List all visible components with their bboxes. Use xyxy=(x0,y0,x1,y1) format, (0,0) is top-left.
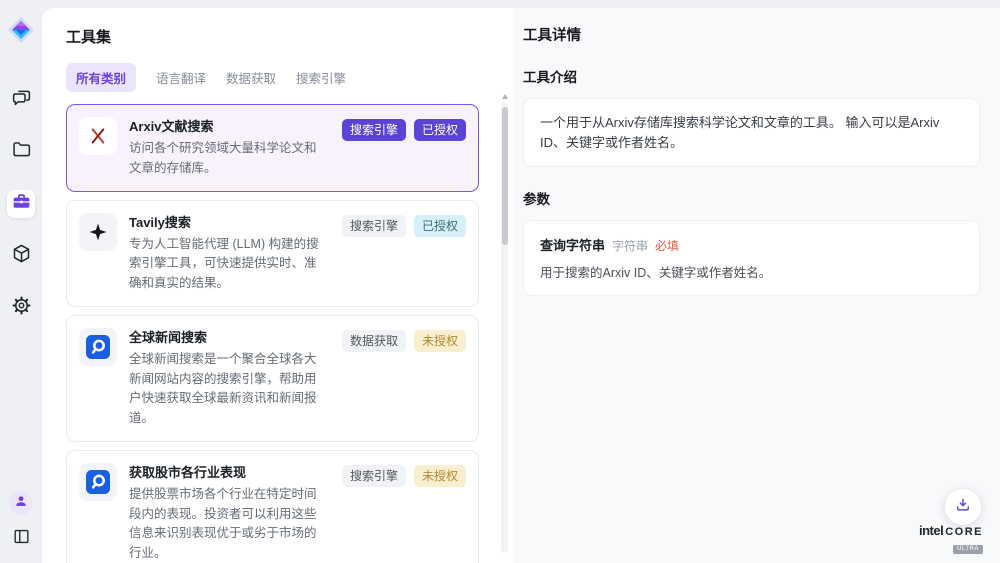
tool-icon xyxy=(79,463,117,501)
intel-tier-badge: Ultra xyxy=(953,545,983,554)
auth-status-badge: 未授权 xyxy=(414,330,466,352)
tool-card[interactable]: Tavily搜索 专为人工智能代理 (LLM) 构建的搜索引擎工具，可快速提供实… xyxy=(66,200,479,307)
tool-icon xyxy=(79,117,117,155)
scrollbar-thumb[interactable] xyxy=(502,107,508,245)
param-name: 查询字符串 xyxy=(540,235,605,254)
list-scrollbar[interactable] xyxy=(501,94,508,553)
tool-card-body: 全球新闻搜索 全球新闻搜索是一个聚合全球各大新闻网站内容的搜索引擎，帮助用户快速… xyxy=(129,328,330,429)
toolbox-icon xyxy=(11,191,32,217)
folder-icon xyxy=(11,139,32,165)
sidebar xyxy=(0,0,42,563)
tool-title: 全球新闻搜索 xyxy=(129,329,330,346)
sidebar-item-packages[interactable] xyxy=(7,242,35,270)
content-area: 工具集 所有类别语言翻译数据获取搜索引擎 Arxiv文献搜索 xyxy=(42,8,1000,563)
intro-box: 一个用于从Arxiv存储库搜索科学论文和文章的工具。 输入可以是Arxiv ID… xyxy=(523,98,980,167)
category-badge: 搜索引擎 xyxy=(342,215,406,237)
sidebar-bottom xyxy=(0,491,42,551)
tool-icon xyxy=(79,213,117,251)
scroll-up-icon[interactable] xyxy=(502,94,508,99)
auth-status-badge: 已授权 xyxy=(414,215,466,237)
sidebar-item-files[interactable] xyxy=(7,138,35,166)
param-type: 字符串 xyxy=(612,237,648,254)
tool-badges: 数据获取 未授权 xyxy=(342,328,466,429)
auth-status-badge: 已授权 xyxy=(414,119,466,141)
tool-badges: 搜索引擎 已授权 xyxy=(342,117,466,179)
profile-button[interactable] xyxy=(9,491,33,515)
tool-cards: Arxiv文献搜索 访问各个研究领域大量科学论文和文章的存储库。 搜索引擎 已授… xyxy=(66,104,479,563)
param-header: 查询字符串 字符串 必填 xyxy=(540,235,963,254)
intel-brand-text: intel xyxy=(919,524,943,537)
scrollbar-track[interactable] xyxy=(501,103,508,553)
intel-core-logo: intel core Ultra xyxy=(915,524,987,554)
tool-description: 专为人工智能代理 (LLM) 构建的搜索引擎工具，可快速提供实时、准确和真实的结… xyxy=(129,235,330,294)
sparkle-icon xyxy=(87,221,109,243)
sidebar-nav xyxy=(7,86,35,322)
tool-badges: 搜索引擎 未授权 xyxy=(342,463,466,563)
tool-details-panel: 工具详情 工具介绍 一个用于从Arxiv存储库搜索科学论文和文章的工具。 输入可… xyxy=(513,8,1000,563)
intro-heading: 工具介绍 xyxy=(523,66,980,86)
tool-list-panel: 工具集 所有类别语言翻译数据获取搜索引擎 Arxiv文献搜索 xyxy=(42,8,513,563)
app-logo xyxy=(7,16,35,44)
tool-icon xyxy=(79,328,117,366)
cube-icon xyxy=(11,243,32,269)
tool-card[interactable]: Arxiv文献搜索 访问各个研究领域大量科学论文和文章的存储库。 搜索引擎 已授… xyxy=(66,104,479,192)
params-heading: 参数 xyxy=(523,188,980,208)
category-tabs: 所有类别语言翻译数据获取搜索引擎 xyxy=(66,63,513,92)
search-q-icon xyxy=(85,469,111,495)
tool-badges: 搜索引擎 已授权 xyxy=(342,213,466,294)
tool-card-body: Tavily搜索 专为人工智能代理 (LLM) 构建的搜索引擎工具，可快速提供实… xyxy=(129,213,330,294)
tool-description: 访问各个研究领域大量科学论文和文章的存储库。 xyxy=(129,139,330,179)
sidebar-item-tools[interactable] xyxy=(7,190,35,218)
gear-icon xyxy=(11,295,32,321)
tab-1[interactable]: 语言翻译 xyxy=(156,63,206,92)
tab-2[interactable]: 数据获取 xyxy=(226,63,276,92)
tool-title: Tavily搜索 xyxy=(129,214,330,231)
category-badge: 搜索引擎 xyxy=(342,465,406,487)
person-icon xyxy=(13,493,29,514)
tab-3[interactable]: 搜索引擎 xyxy=(296,63,346,92)
param-required-badge: 必填 xyxy=(655,237,679,254)
category-badge: 搜索引擎 xyxy=(342,119,406,141)
tool-description: 全球新闻搜索是一个聚合全球各大新闻网站内容的搜索引擎，帮助用户快速获取全球最新资… xyxy=(129,350,330,429)
arxiv-icon xyxy=(87,125,109,147)
tool-description: 提供股票市场各个行业在特定时间段内的表现。投资者可以利用这些信息来识别表现优于或… xyxy=(129,485,330,563)
tool-card-body: 获取股市各行业表现 提供股票市场各个行业在特定时间段内的表现。投资者可以利用这些… xyxy=(129,463,330,563)
download-icon xyxy=(954,496,972,519)
sidebar-item-settings[interactable] xyxy=(7,294,35,322)
search-q-icon xyxy=(85,334,111,360)
tool-title: 获取股市各行业表现 xyxy=(129,464,330,481)
auth-status-badge: 未授权 xyxy=(414,465,466,487)
param-box: 查询字符串 字符串 必填 用于搜索的Arxiv ID、关键字或作者姓名。 xyxy=(523,220,980,296)
download-button[interactable] xyxy=(945,489,981,525)
tool-card-body: Arxiv文献搜索 访问各个研究领域大量科学论文和文章的存储库。 xyxy=(129,117,330,179)
intel-product-text: core xyxy=(945,527,983,538)
tool-card[interactable]: 获取股市各行业表现 提供股票市场各个行业在特定时间段内的表现。投资者可以利用这些… xyxy=(66,450,479,563)
page-title: 工具集 xyxy=(66,26,513,47)
panel-toggle-button[interactable] xyxy=(12,527,31,551)
chat-icon xyxy=(11,87,32,113)
intel-logo-row: intel core xyxy=(915,524,987,538)
tool-title: Arxiv文献搜索 xyxy=(129,118,330,135)
intro-text: 一个用于从Arxiv存储库搜索科学论文和文章的工具。 输入可以是Arxiv ID… xyxy=(540,113,963,152)
panel-icon xyxy=(12,533,31,550)
tool-card[interactable]: 全球新闻搜索 全球新闻搜索是一个聚合全球各大新闻网站内容的搜索引擎，帮助用户快速… xyxy=(66,315,479,442)
category-badge: 数据获取 xyxy=(342,330,406,352)
tab-0[interactable]: 所有类别 xyxy=(66,63,136,92)
details-title: 工具详情 xyxy=(523,24,980,45)
param-description: 用于搜索的Arxiv ID、关键字或作者姓名。 xyxy=(540,262,963,281)
sidebar-item-chat[interactable] xyxy=(7,86,35,114)
